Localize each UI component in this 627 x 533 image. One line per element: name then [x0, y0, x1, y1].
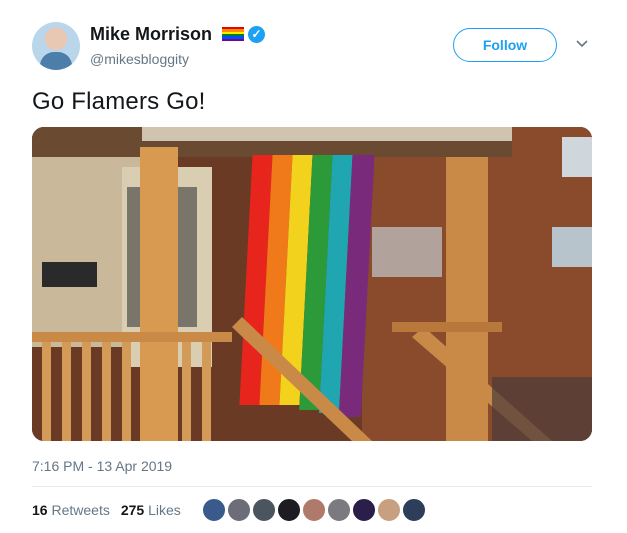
liker-avatar[interactable]	[376, 497, 402, 523]
liker-avatar[interactable]	[351, 497, 377, 523]
author-handle[interactable]: @mikesbloggity	[90, 51, 189, 67]
liker-avatar[interactable]	[401, 497, 427, 523]
likes-label: Likes	[148, 502, 181, 518]
liker-avatar[interactable]	[201, 497, 227, 523]
likes-stat[interactable]: 275 Likes	[121, 502, 181, 518]
liker-avatar[interactable]	[276, 497, 302, 523]
avatar[interactable]	[32, 22, 80, 70]
divider	[32, 486, 592, 487]
likes-count: 275	[120, 502, 145, 518]
liker-avatar[interactable]	[226, 497, 252, 523]
follow-button[interactable]: Follow	[453, 28, 557, 62]
verified-badge-icon: ✓	[248, 26, 265, 43]
author-name[interactable]: Mike Morrison	[90, 24, 212, 45]
retweets-stat[interactable]: 16 Retweets	[32, 502, 110, 518]
retweets-count: 16	[32, 502, 48, 518]
liker-avatars	[201, 497, 427, 523]
tweet-text: Go Flamers Go!	[32, 88, 206, 115]
chevron-down-icon[interactable]	[574, 36, 590, 52]
liker-avatar[interactable]	[301, 497, 327, 523]
retweets-label: Retweets	[51, 502, 110, 518]
tweet-timestamp[interactable]: 7:16 PM - 13 Apr 2019	[32, 458, 172, 474]
tweet-photo[interactable]	[32, 127, 592, 441]
liker-avatar[interactable]	[251, 497, 277, 523]
liker-avatar[interactable]	[326, 497, 352, 523]
tweet-stats: 16 Retweets 275 Likes	[32, 502, 181, 518]
rainbow-flag-emoji-icon	[222, 27, 244, 41]
